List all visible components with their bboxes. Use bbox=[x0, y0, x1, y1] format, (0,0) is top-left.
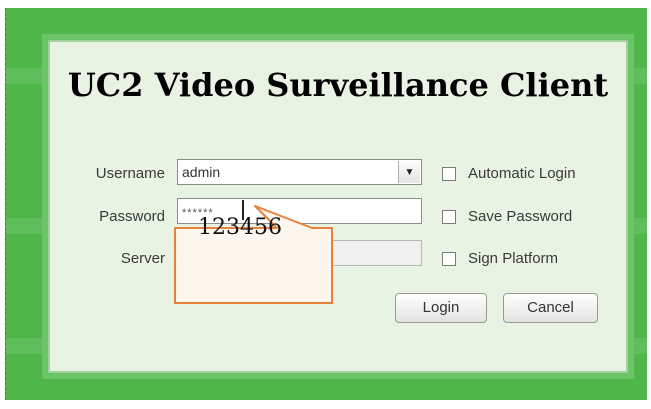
login-button[interactable]: Login bbox=[395, 293, 487, 323]
username-dropdown-button[interactable]: ▼ bbox=[398, 161, 420, 183]
server-label: Server bbox=[120, 250, 165, 267]
automatic-login-checkbox[interactable] bbox=[442, 166, 456, 181]
save-password-checkbox[interactable] bbox=[442, 209, 456, 224]
password-label: Password bbox=[99, 208, 165, 225]
dialog-title: UC2 Video Surveillance Client bbox=[67, 66, 609, 104]
sign-platform-option[interactable]: Sign Platform bbox=[442, 250, 558, 267]
username-label: Username bbox=[95, 165, 165, 182]
password-hint-callout: 123456 bbox=[155, 163, 340, 311]
save-password-label: Save Password bbox=[468, 208, 573, 225]
callout-text: 123456 bbox=[198, 215, 282, 240]
cancel-button[interactable]: Cancel bbox=[503, 293, 598, 323]
automatic-login-option[interactable]: Automatic Login bbox=[442, 165, 576, 182]
automatic-login-label: Automatic Login bbox=[468, 165, 576, 182]
chevron-down-icon: ▼ bbox=[404, 166, 415, 178]
sign-platform-label: Sign Platform bbox=[468, 250, 559, 267]
text-cursor bbox=[242, 200, 244, 220]
save-password-option[interactable]: Save Password bbox=[442, 208, 572, 225]
sign-platform-checkbox[interactable] bbox=[442, 251, 456, 266]
